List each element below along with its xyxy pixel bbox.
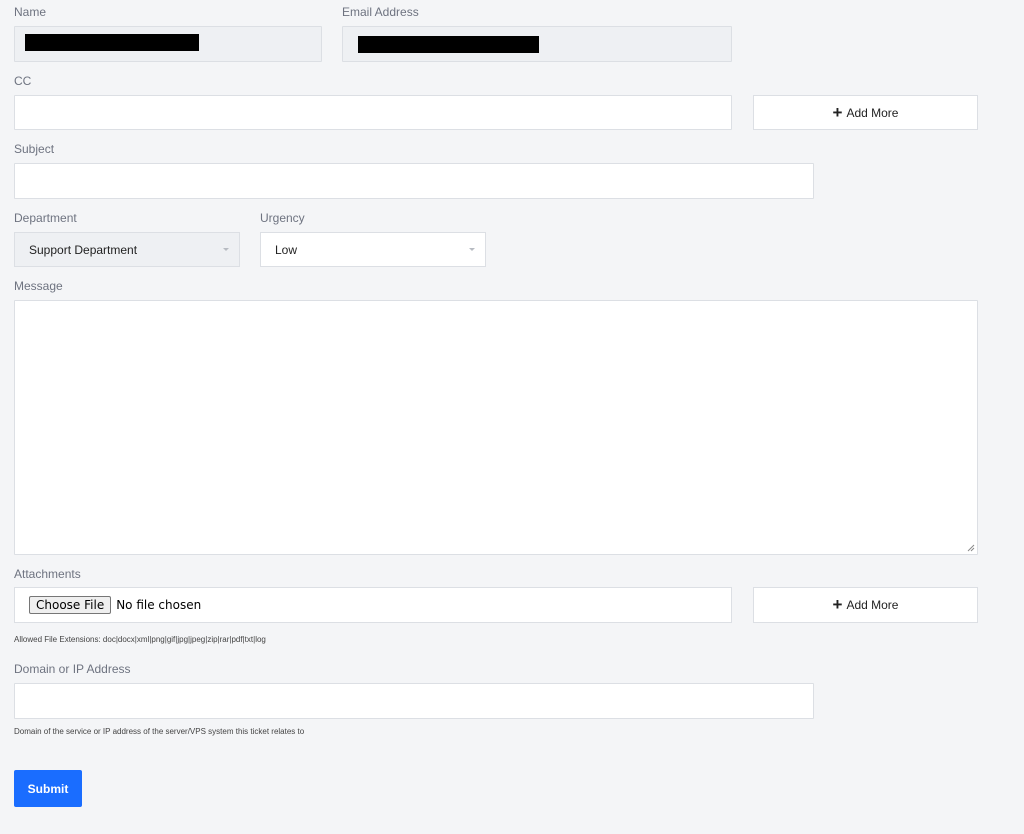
urgency-label: Urgency [260,211,305,225]
department-selected-value: Support Department [29,242,138,257]
attachments-label: Attachments [14,567,81,581]
subject-input[interactable] [14,163,814,199]
name-label: Name [14,5,47,19]
message-label: Message [14,279,63,293]
subject-label: Subject [14,142,55,156]
cc-add-more-button[interactable]: + Add More [753,95,978,130]
allowed-extensions-text: Allowed File Extensions: doc|docx|xml|pn… [14,635,266,644]
redacted-name [25,34,199,51]
urgency-selected-value: Low [275,242,298,257]
domain-label: Domain or IP Address [14,662,131,676]
cc-add-more-label: Add More [846,105,899,120]
resize-handle-icon[interactable] [967,544,975,552]
plus-icon: + [832,595,843,614]
department-select[interactable]: Support Department [14,232,240,267]
file-input[interactable]: Choose File No file chosen [14,587,732,623]
chevron-down-icon [469,248,475,251]
cc-input[interactable] [14,95,732,130]
chevron-down-icon [223,248,229,251]
ticket-form: Name Email Address CC + Add More Subject… [0,0,1024,834]
department-label: Department [14,211,77,225]
cc-label: CC [14,74,32,88]
attachments-add-more-label: Add More [846,598,899,612]
name-field[interactable] [14,26,322,62]
message-textarea[interactable] [14,300,978,555]
urgency-select[interactable]: Low [260,232,486,267]
email-label: Email Address [342,5,419,19]
email-field[interactable] [342,26,732,62]
file-status: No file chosen [116,598,202,612]
domain-input[interactable] [14,683,814,719]
attachments-add-more-button[interactable]: + Add More [753,587,978,623]
submit-button[interactable]: Submit [14,770,82,807]
choose-file-button[interactable]: Choose File [29,596,112,614]
domain-help-text: Domain of the service or IP address of t… [14,727,305,736]
plus-icon: + [832,102,843,122]
redacted-email [358,36,539,53]
